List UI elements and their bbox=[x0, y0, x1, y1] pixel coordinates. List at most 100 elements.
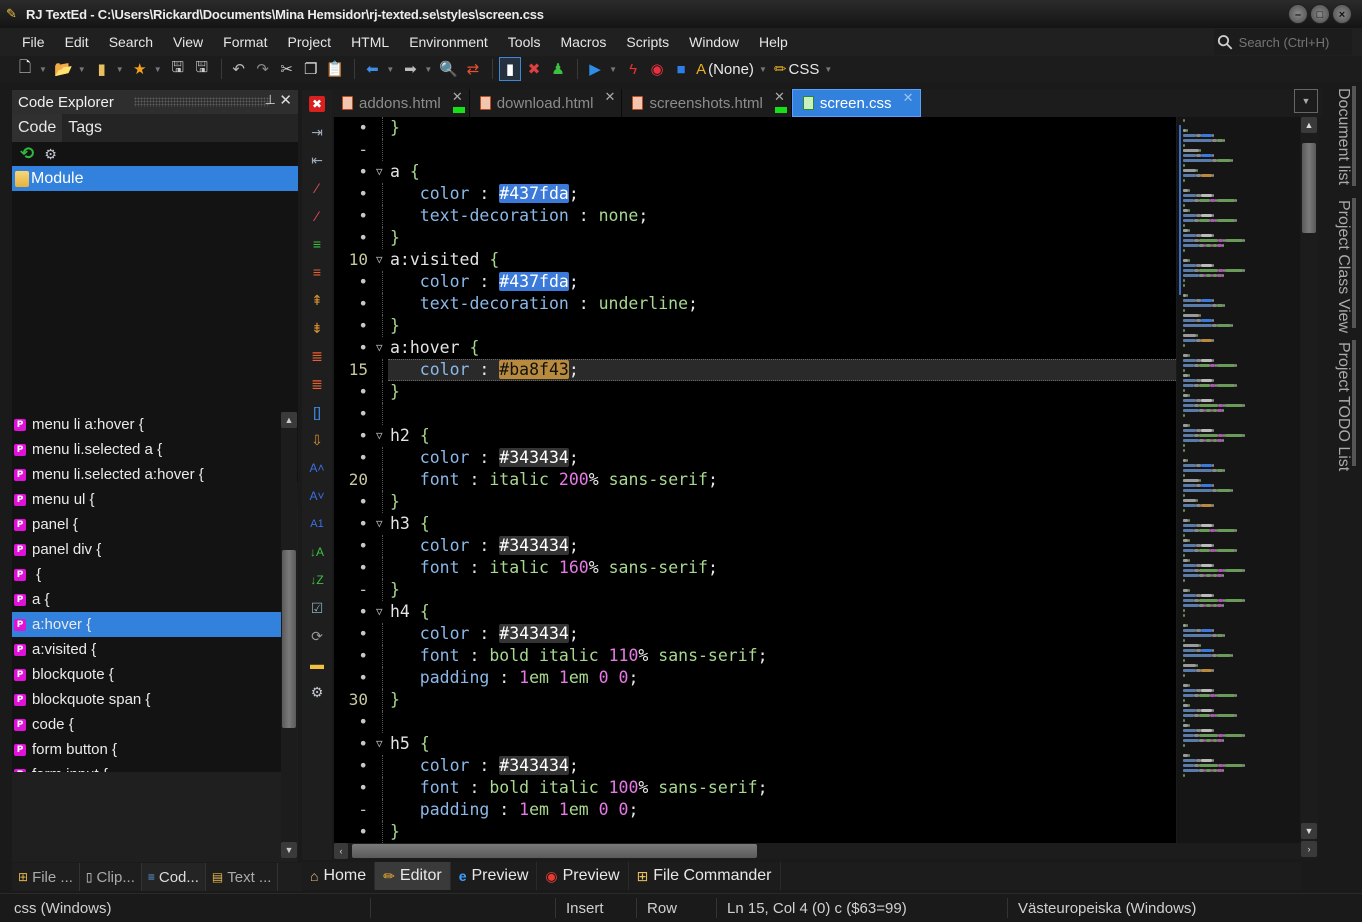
tab-code[interactable]: Code bbox=[12, 114, 63, 142]
code-line[interactable]: • padding : 1em 1em 0 0; bbox=[334, 667, 1176, 689]
tab-file-explorer[interactable]: ⊞ File ... bbox=[12, 863, 80, 891]
global-search-input[interactable] bbox=[1238, 34, 1339, 50]
menu-project[interactable]: Project bbox=[277, 34, 341, 50]
syntax-button[interactable]: ✏ CSS bbox=[772, 57, 821, 81]
fold-toggle-icon[interactable]: ▽ bbox=[376, 601, 383, 623]
symbol-item[interactable]: Pmenu ul { bbox=[12, 487, 282, 512]
tab-code-explorer[interactable]: ≡ Cod... bbox=[141, 863, 206, 891]
forward-button[interactable]: ➡ bbox=[399, 57, 421, 81]
symbol-item[interactable]: Pa:visited { bbox=[12, 637, 282, 662]
sort-button[interactable]: A1 bbox=[302, 510, 332, 538]
doc-tab-download[interactable]: download.html ✕ bbox=[470, 89, 623, 117]
scroll-down-icon[interactable]: ▼ bbox=[281, 842, 297, 858]
code-line[interactable]: • ▽ h3 { bbox=[334, 513, 1176, 535]
menu-macros[interactable]: Macros bbox=[550, 34, 616, 50]
new-file-button[interactable]: 🗋 bbox=[14, 57, 36, 81]
doc-tab-screenshots[interactable]: screenshots.html ✕ bbox=[622, 89, 792, 117]
plugin-button[interactable]: ♟ bbox=[547, 57, 569, 81]
code-line[interactable]: • bbox=[334, 403, 1176, 425]
symbol-list-scrollbar[interactable]: ▲ ▼ bbox=[281, 412, 297, 858]
tab-project-todo-list[interactable]: Project TODO List bbox=[1324, 342, 1352, 471]
spell-language-dropdown[interactable]: ▼ bbox=[758, 65, 768, 74]
document-map-button[interactable]: ▮ bbox=[499, 57, 522, 81]
paste-button[interactable]: 📋 bbox=[324, 57, 347, 81]
find-button[interactable]: 🔍 bbox=[437, 57, 460, 81]
minimap[interactable] bbox=[1177, 117, 1300, 843]
code-line[interactable]: • ▽ h5 { bbox=[334, 733, 1176, 755]
view-tab-home[interactable]: ⌂ Home bbox=[302, 862, 376, 890]
code-line[interactable]: • color : #437fda; bbox=[334, 271, 1176, 293]
menu-edit[interactable]: Edit bbox=[55, 34, 99, 50]
project-button[interactable]: ▮ bbox=[91, 57, 113, 81]
code-line[interactable]: • ▽ h4 { bbox=[334, 601, 1176, 623]
panel-drag-handle[interactable] bbox=[134, 97, 270, 107]
cut-button[interactable]: ✂ bbox=[276, 57, 298, 81]
menu-html[interactable]: HTML bbox=[341, 34, 399, 50]
menu-view[interactable]: View bbox=[163, 34, 213, 50]
uppercase-button[interactable]: A˄ bbox=[302, 454, 332, 482]
doc-tab-screen-css[interactable]: screen.css ✕ bbox=[791, 89, 921, 117]
view-tab-preview-ie[interactable]: e Preview bbox=[451, 862, 538, 890]
status-selection-mode[interactable]: Row bbox=[647, 900, 677, 917]
symbol-item[interactable]: Pblockquote { bbox=[12, 662, 282, 687]
fold-toggle-icon[interactable]: ▽ bbox=[376, 513, 383, 535]
pin-icon[interactable]: ⊥ bbox=[265, 92, 276, 108]
code-line[interactable]: • font : bold italic 100% sans-serif; bbox=[334, 777, 1176, 799]
code-line[interactable]: • ▽ a { bbox=[334, 161, 1176, 183]
code-line[interactable]: - bbox=[334, 139, 1176, 161]
tab-list-dropdown[interactable]: ▼ bbox=[1294, 89, 1318, 113]
maximize-button[interactable]: □ bbox=[1310, 4, 1330, 24]
code-line[interactable]: •} bbox=[334, 381, 1176, 403]
flash-button[interactable]: ϟ bbox=[622, 57, 644, 81]
status-syntax[interactable]: css (Windows) bbox=[14, 900, 112, 917]
fold-toggle-icon[interactable]: ▽ bbox=[376, 337, 383, 359]
save-button[interactable]: 🖫 bbox=[167, 57, 189, 81]
goto-line-button[interactable]: ⇩ bbox=[302, 426, 332, 454]
save-all-button[interactable]: 🖫 bbox=[191, 57, 213, 81]
forward-dropdown[interactable]: ▼ bbox=[423, 65, 433, 74]
code-line[interactable]: •} bbox=[334, 227, 1176, 249]
scroll-thumb[interactable] bbox=[1302, 143, 1316, 233]
redo-button[interactable]: ↷ bbox=[252, 57, 274, 81]
close-tab-icon[interactable]: ✕ bbox=[774, 89, 785, 105]
code-line[interactable]: • ▽ a:hover { bbox=[334, 337, 1176, 359]
spellcheck-button[interactable]: A (None) bbox=[694, 57, 756, 81]
join-lines-button[interactable]: ≣ bbox=[302, 370, 332, 398]
code-line[interactable]: • color : #343434; bbox=[334, 623, 1176, 645]
refresh-icon[interactable]: ⟲ bbox=[20, 144, 34, 164]
goto-bracket-button[interactable]: [] bbox=[302, 398, 332, 426]
scroll-up-icon[interactable]: ▲ bbox=[1301, 117, 1317, 133]
code-line[interactable]: • color : #343434; bbox=[334, 755, 1176, 777]
code-line[interactable]: -} bbox=[334, 579, 1176, 601]
tab-project-class-view[interactable]: Project Class View bbox=[1324, 200, 1352, 333]
symbol-item[interactable]: Pform button { bbox=[12, 737, 282, 762]
close-tab-icon[interactable]: ✕ bbox=[452, 89, 463, 105]
tab-document-list[interactable]: Document list bbox=[1324, 88, 1352, 185]
new-file-dropdown[interactable]: ▼ bbox=[38, 65, 48, 74]
code-line[interactable]: • text-decoration : none; bbox=[334, 205, 1176, 227]
move-line-up-button[interactable]: ⇞ bbox=[302, 286, 332, 314]
code-line[interactable]: • color : #343434; bbox=[334, 535, 1176, 557]
editor-vertical-scrollbar[interactable]: ▲ ▼ › bbox=[1301, 117, 1318, 859]
tab-clipboard[interactable]: ▯ Clip... bbox=[80, 863, 142, 891]
delete-line-button[interactable]: ≡ bbox=[302, 258, 332, 286]
menu-tools[interactable]: Tools bbox=[498, 34, 551, 50]
code-line[interactable]: 30} bbox=[334, 689, 1176, 711]
open-button[interactable]: 📂 bbox=[52, 57, 75, 81]
fold-toggle-icon[interactable]: ▽ bbox=[376, 161, 383, 183]
scroll-up-icon[interactable]: ▲ bbox=[281, 412, 297, 428]
status-encoding[interactable]: Västeuropeiska (Windows) bbox=[1018, 900, 1196, 917]
scroll-left-icon[interactable]: ‹ bbox=[334, 843, 348, 859]
status-insert-mode[interactable]: Insert bbox=[566, 900, 604, 917]
menu-search[interactable]: Search bbox=[99, 34, 163, 50]
fold-toggle-icon[interactable]: ▽ bbox=[376, 249, 383, 271]
move-line-down-button[interactable]: ⇟ bbox=[302, 314, 332, 342]
symbol-item[interactable]: Pmenu li.selected a { bbox=[12, 437, 282, 462]
close-document-button[interactable]: ✖ bbox=[302, 90, 332, 118]
symbol-item[interactable]: Pmenu li.selected a:hover { bbox=[12, 462, 282, 487]
minimize-button[interactable]: – bbox=[1288, 4, 1308, 24]
code-line[interactable]: •} bbox=[334, 491, 1176, 513]
doc-tab-addons[interactable]: addons.html ✕ bbox=[332, 89, 470, 117]
menu-help[interactable]: Help bbox=[749, 34, 798, 50]
tab-tags[interactable]: Tags bbox=[62, 114, 108, 142]
